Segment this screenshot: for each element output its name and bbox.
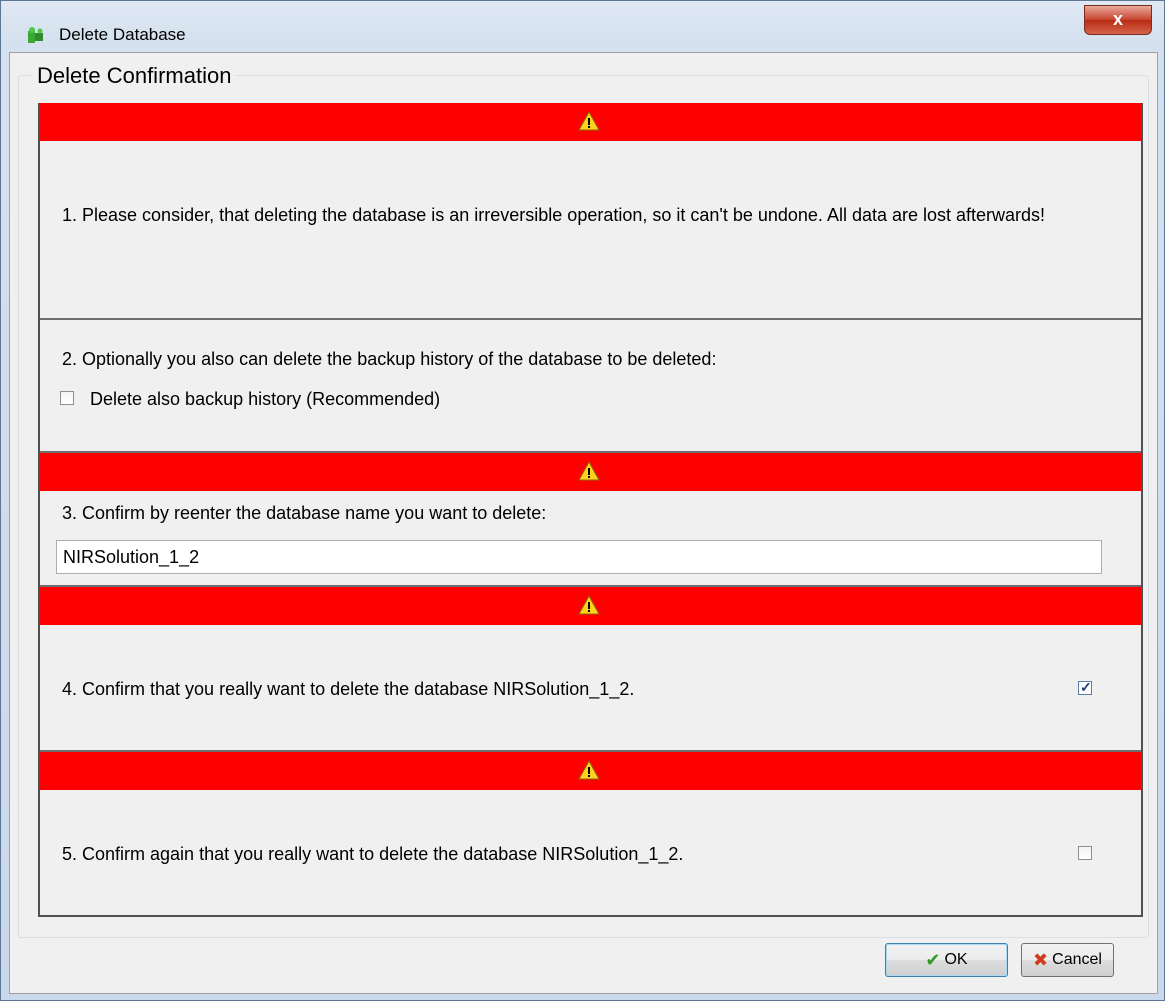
warning-bar (40, 587, 1141, 625)
step5-text: 5. Confirm again that you really want to… (62, 844, 684, 864)
close-icon: x (1112, 9, 1123, 29)
close-button[interactable]: x (1084, 5, 1152, 35)
step1-text: 1. Please consider, that deleting the da… (62, 205, 1046, 225)
step3-text: 3. Confirm by reenter the database name … (62, 503, 547, 523)
step2-section: 2. Optionally you also can delete the ba… (38, 320, 1143, 453)
warning-bar (40, 752, 1141, 790)
cancel-label: Cancel (1052, 951, 1102, 968)
warning-icon (578, 595, 600, 615)
warning-bar (40, 103, 1141, 141)
step5-section: 5. Confirm again that you really want to… (38, 752, 1143, 917)
window-title: Delete Database (59, 25, 186, 44)
confirm-again-checkbox[interactable] (1078, 846, 1092, 860)
ok-button[interactable]: ✔ OK (885, 943, 1008, 977)
cross-icon: ✖ (1033, 949, 1049, 970)
warning-icon (578, 760, 600, 780)
step2-text: 2. Optionally you also can delete the ba… (62, 349, 717, 369)
delete-backup-checkbox[interactable] (60, 391, 74, 405)
cancel-button[interactable]: ✖ Cancel (1021, 943, 1114, 977)
step3-section: 3. Confirm by reenter the database name … (38, 453, 1143, 587)
group-title: Delete Confirmation (33, 63, 236, 89)
step4-text: 4. Confirm that you really want to delet… (62, 679, 635, 699)
step4-section: 4. Confirm that you really want to delet… (38, 587, 1143, 752)
warning-icon (578, 111, 600, 131)
confirm-delete-checkbox[interactable]: ✓ (1078, 679, 1092, 695)
warning-icon (578, 461, 600, 481)
dialog-window: Delete Database x Delete Confirmation 1.… (0, 0, 1165, 1001)
step1-section: 1. Please consider, that deleting the da… (38, 103, 1143, 320)
check-icon: ✔ (925, 949, 941, 970)
title-bar: Delete Database x (1, 1, 1164, 57)
ok-label: OK (944, 951, 968, 968)
checkmark-icon: ✓ (1080, 679, 1092, 695)
database-name-input[interactable] (56, 540, 1102, 574)
puzzle-icon (28, 27, 43, 43)
delete-backup-label[interactable]: Delete also backup history (Recommended) (90, 387, 440, 411)
warning-bar (40, 453, 1141, 491)
